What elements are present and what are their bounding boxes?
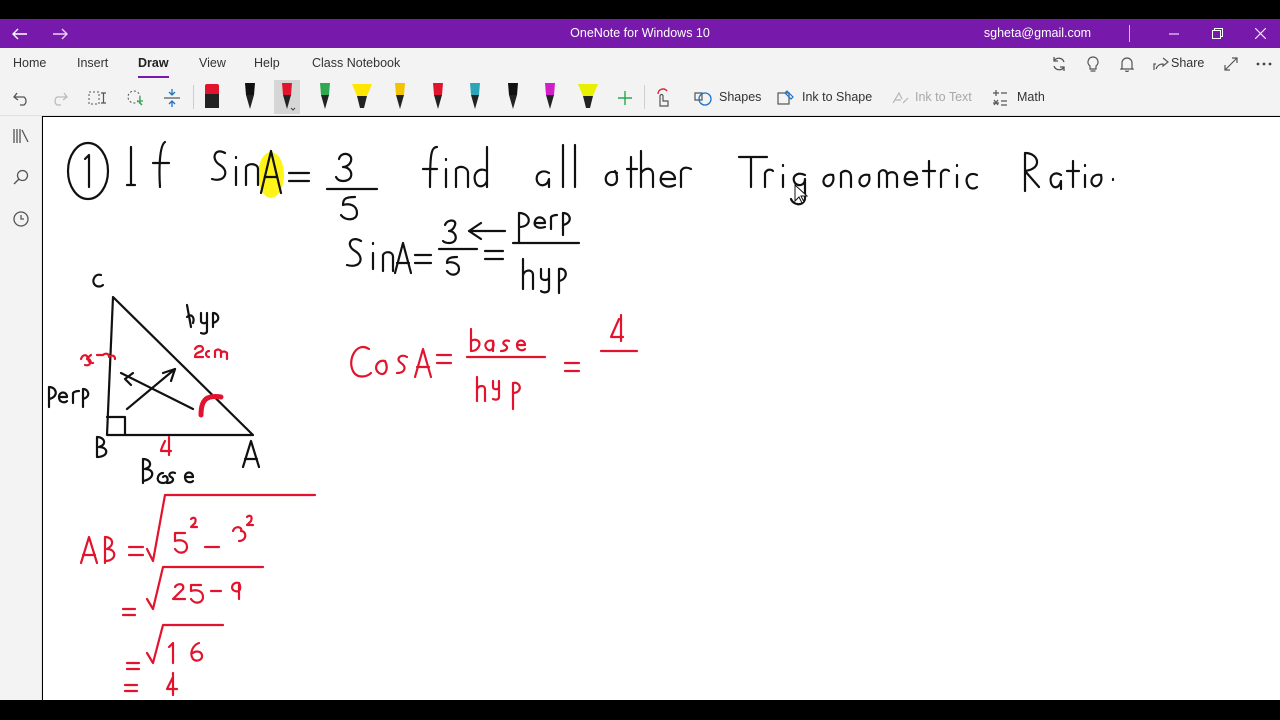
page-canvas[interactable] xyxy=(43,117,1280,700)
pen-black-2-icon[interactable] xyxy=(500,80,526,114)
share-icon[interactable] xyxy=(1151,54,1171,74)
letterbox-top xyxy=(0,0,1280,19)
undo-icon[interactable] xyxy=(9,85,35,111)
highlighter-yellow-icon[interactable] xyxy=(349,80,375,114)
ink-heading-line xyxy=(66,140,1115,221)
draw-toolbar: Shapes Ink to Shape Ink to Text Math xyxy=(0,79,1280,116)
touch-draw-icon[interactable] xyxy=(650,85,676,111)
ink-to-text-icon[interactable] xyxy=(888,85,914,111)
add-space-icon[interactable] xyxy=(159,85,185,111)
highlighter-lime-icon[interactable] xyxy=(575,80,601,114)
pen-magenta-icon[interactable] xyxy=(537,80,563,114)
share-button[interactable]: Share xyxy=(1171,48,1204,79)
onenote-window: OneNote for Windows 10 sgheta@gmail.com … xyxy=(0,0,1280,720)
ink-layer xyxy=(47,140,1115,697)
tab-home[interactable]: Home xyxy=(13,48,46,79)
clock-icon[interactable] xyxy=(9,207,33,231)
arrow-left-icon[interactable] xyxy=(0,19,40,48)
pen-multicolor-icon[interactable] xyxy=(425,80,451,114)
title-bar: OneNote for Windows 10 sgheta@gmail.com xyxy=(0,19,1280,48)
pen-green-icon[interactable] xyxy=(312,80,338,114)
pen-red-icon[interactable] xyxy=(274,80,301,114)
tab-class-notebook[interactable]: Class Notebook xyxy=(312,48,400,79)
eraser-icon[interactable] xyxy=(199,80,225,114)
toolbar-separator xyxy=(193,85,194,109)
pen-teal-icon[interactable] xyxy=(462,80,488,114)
tab-draw[interactable]: Draw xyxy=(138,48,169,79)
math-icon[interactable] xyxy=(987,85,1013,111)
title-separator xyxy=(1129,25,1130,42)
expand-icon[interactable] xyxy=(1221,54,1241,74)
navigation-rail xyxy=(0,116,42,700)
plus-icon[interactable] xyxy=(612,85,638,111)
minimize-icon[interactable] xyxy=(1152,19,1196,48)
ink-triangle xyxy=(47,273,261,485)
pen-orange-yellow-icon[interactable] xyxy=(387,80,413,114)
more-icon[interactable] xyxy=(1254,54,1274,74)
ink-cos-line xyxy=(350,313,639,411)
ink-to-shape-button[interactable]: Ink to Shape xyxy=(802,79,872,116)
letterbox-bottom xyxy=(0,700,1280,720)
lasso-select-icon[interactable] xyxy=(85,85,111,111)
ribbon-tabs: Home Insert Draw View Help Class Noteboo… xyxy=(0,48,1280,79)
ink-to-text-button[interactable]: Ink to Text xyxy=(915,79,972,116)
shapes-button[interactable]: Shapes xyxy=(719,79,761,116)
lasso-icon[interactable] xyxy=(122,85,148,111)
bell-icon[interactable] xyxy=(1117,54,1137,74)
sync-icon[interactable] xyxy=(1049,54,1069,74)
toolbar-separator xyxy=(644,85,645,109)
tab-help[interactable]: Help xyxy=(254,48,280,79)
account-email[interactable]: sgheta@gmail.com xyxy=(970,19,1105,48)
notebooks-icon[interactable] xyxy=(9,124,33,148)
pen-black-1-icon[interactable] xyxy=(237,80,263,114)
tab-view[interactable]: View xyxy=(199,48,226,79)
search-icon[interactable] xyxy=(9,165,33,189)
restore-icon[interactable] xyxy=(1195,19,1239,48)
tab-insert[interactable]: Insert xyxy=(77,48,108,79)
close-icon[interactable] xyxy=(1238,19,1280,48)
math-button[interactable]: Math xyxy=(1017,79,1045,116)
redo-icon[interactable] xyxy=(46,85,72,111)
ink-sin-line xyxy=(345,211,581,295)
lightbulb-icon[interactable] xyxy=(1083,54,1103,74)
arrow-right-icon[interactable] xyxy=(40,19,80,48)
ink-ab-work xyxy=(79,493,317,697)
window-title: OneNote for Windows 10 xyxy=(570,26,710,40)
shapes-icon[interactable] xyxy=(690,85,716,111)
ink-to-shape-icon[interactable] xyxy=(773,85,799,111)
